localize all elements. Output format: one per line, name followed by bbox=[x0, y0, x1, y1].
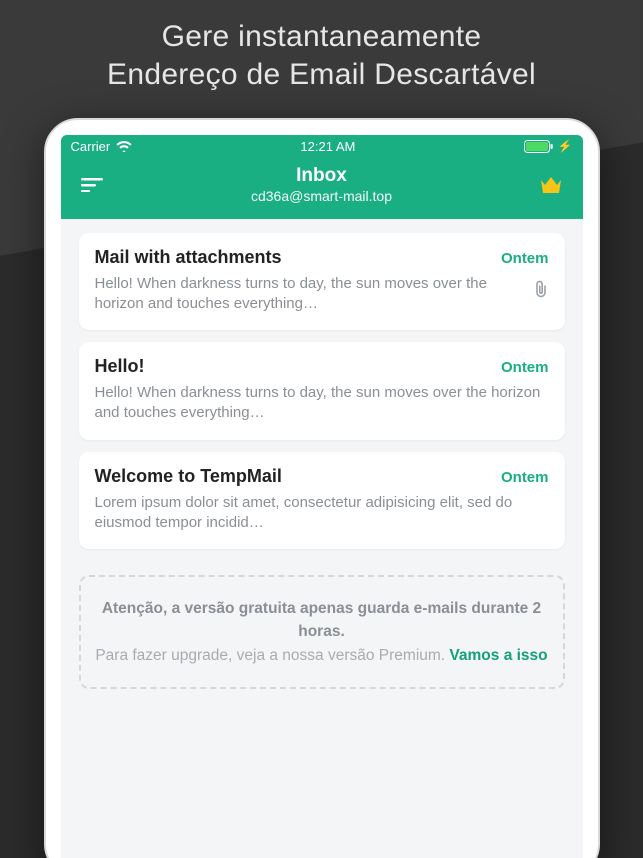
upgrade-cta[interactable]: Vamos a isso bbox=[449, 647, 547, 664]
attachment-icon bbox=[533, 274, 549, 303]
premium-button[interactable] bbox=[536, 170, 566, 200]
battery-icon bbox=[524, 140, 554, 153]
message-subject: Mail with attachments bbox=[95, 247, 282, 268]
charging-icon: ⚡ bbox=[558, 139, 573, 153]
inbox-title: Inbox bbox=[251, 165, 392, 188]
crown-icon bbox=[539, 176, 563, 194]
upgrade-notice: Atenção, a versão gratuita apenas guarda… bbox=[79, 575, 565, 689]
tablet-screen: Carrier 12:21 AM ⚡ bbox=[61, 135, 583, 858]
current-email-address[interactable]: cd36a@smart-mail.top bbox=[251, 188, 392, 205]
notice-line-2: Para fazer upgrade, veja a nossa versão … bbox=[95, 647, 449, 664]
message-card[interactable]: Welcome to TempMail Ontem Lorem ipsum do… bbox=[79, 452, 565, 550]
status-bar: Carrier 12:21 AM ⚡ bbox=[61, 135, 583, 157]
marketing-headline: Gere instantaneamente Endereço de Email … bbox=[0, 0, 643, 93]
message-subject: Hello! bbox=[95, 356, 145, 377]
notice-line-1: Atenção, a versão gratuita apenas guarda… bbox=[95, 597, 549, 644]
carrier-label: Carrier bbox=[71, 139, 111, 154]
message-time: Ontem bbox=[501, 359, 549, 376]
menu-button[interactable] bbox=[77, 170, 107, 200]
message-time: Ontem bbox=[501, 250, 549, 267]
header-title-block: Inbox cd36a@smart-mail.top bbox=[251, 165, 392, 205]
header-area: Carrier 12:21 AM ⚡ bbox=[61, 135, 583, 219]
marketing-line-2: Endereço de Email Descartável bbox=[0, 56, 643, 94]
message-preview: Hello! When darkness turns to day, the s… bbox=[95, 383, 549, 424]
message-card[interactable]: Mail with attachments Ontem Hello! When … bbox=[79, 233, 565, 331]
status-left: Carrier bbox=[71, 139, 133, 154]
status-time: 12:21 AM bbox=[300, 139, 355, 154]
inbox-content: Mail with attachments Ontem Hello! When … bbox=[61, 219, 583, 858]
status-right: ⚡ bbox=[524, 139, 573, 153]
wifi-icon bbox=[116, 140, 132, 152]
message-preview: Hello! When darkness turns to day, the s… bbox=[95, 274, 523, 315]
message-preview: Lorem ipsum dolor sit amet, consectetur … bbox=[95, 493, 549, 534]
marketing-line-1: Gere instantaneamente bbox=[0, 18, 643, 56]
message-subject: Welcome to TempMail bbox=[95, 466, 282, 487]
message-card[interactable]: Hello! Ontem Hello! When darkness turns … bbox=[79, 342, 565, 440]
menu-icon bbox=[81, 178, 103, 192]
tablet-frame: Carrier 12:21 AM ⚡ bbox=[44, 118, 600, 858]
app-header: Inbox cd36a@smart-mail.top bbox=[61, 157, 583, 219]
message-time: Ontem bbox=[501, 469, 549, 486]
